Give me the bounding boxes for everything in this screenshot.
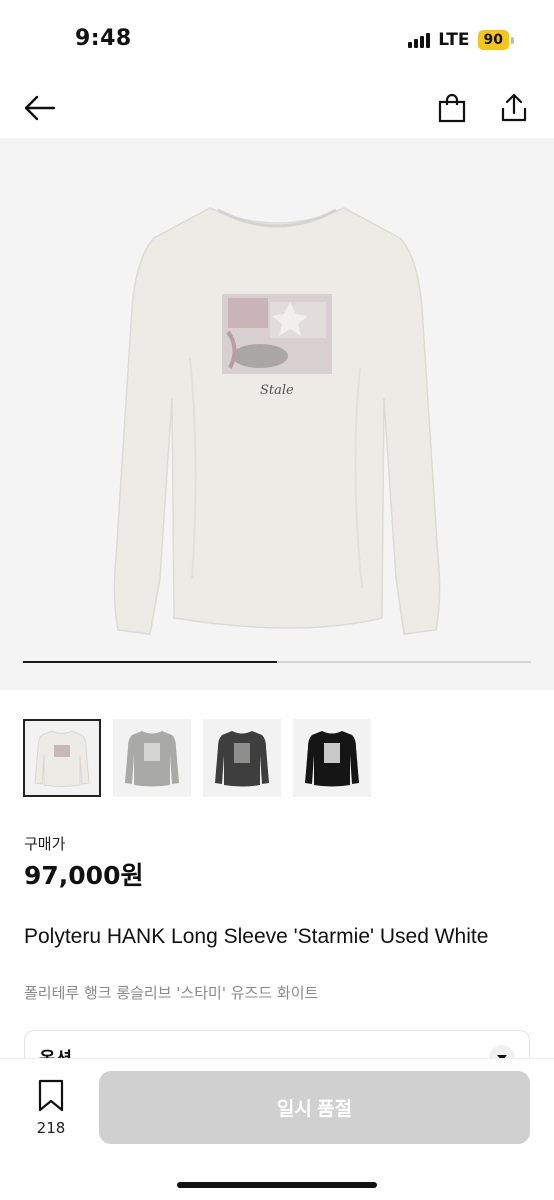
product-image: Stale — [113, 207, 441, 635]
thumbnail-list — [23, 719, 371, 797]
price-value: 97,000원 — [24, 861, 144, 890]
battery-icon: 90 — [477, 30, 514, 50]
thumbnail-charcoal[interactable] — [203, 719, 281, 797]
status-time: 9:48 — [75, 26, 132, 51]
thumbnail-black[interactable] — [293, 719, 371, 797]
shopping-bag-button[interactable] — [432, 88, 472, 128]
product-name-korean: 폴리테루 행크 롱슬리브 '스타미' 유즈드 화이트 — [24, 984, 319, 1002]
status-indicators: LTE 90 — [408, 30, 514, 50]
product-name: Polyteru HANK Long Sleeve 'Starmie' Used… — [24, 925, 489, 948]
product-image-gallery[interactable]: Stale — [0, 138, 554, 690]
network-label: LTE — [438, 30, 470, 50]
soldout-button[interactable]: 일시 품절 — [99, 1071, 530, 1144]
print-graphic-text: Stale — [260, 383, 294, 398]
share-icon — [501, 93, 527, 122]
wish-button[interactable]: 218 — [30, 1079, 72, 1137]
bookmark-icon — [38, 1079, 64, 1112]
back-button[interactable] — [20, 88, 60, 128]
shopping-bag-icon — [438, 93, 466, 123]
share-button[interactable] — [494, 88, 534, 128]
thumbnail-gray[interactable] — [113, 719, 191, 797]
arrow-left-icon — [24, 95, 56, 121]
wish-count: 218 — [36, 1119, 66, 1137]
signal-icon — [408, 32, 431, 48]
top-nav — [0, 80, 554, 136]
thumbnail-white[interactable] — [23, 719, 101, 797]
gallery-progress — [23, 661, 531, 663]
battery-level: 90 — [477, 30, 509, 50]
home-indicator — [177, 1182, 377, 1188]
bottom-action-bar: 218 일시 품절 — [0, 1058, 554, 1200]
price-label: 구매가 — [24, 835, 66, 853]
gallery-progress-fill — [23, 661, 277, 663]
status-bar: 9:48 LTE 90 — [0, 0, 554, 80]
